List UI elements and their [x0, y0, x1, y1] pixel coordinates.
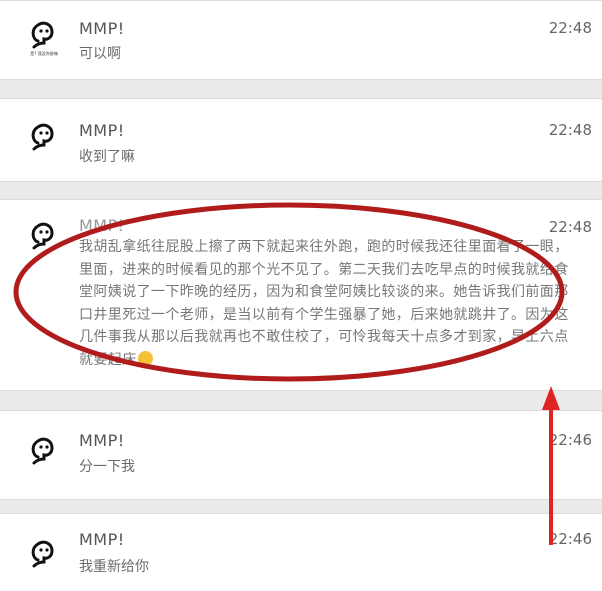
chat-item[interactable]: MMP! 22:48 我胡乱拿纸往屁股上擦了两下就起来往外跑，跑的时候我还往里面…	[0, 199, 602, 391]
avatar	[22, 534, 66, 578]
avatar: 是? 我没你很嗨	[22, 15, 66, 59]
chat-item[interactable]: MMP! 22:48 收到了嘛	[0, 98, 602, 182]
message-time: 22:48	[548, 121, 592, 139]
emoji-icon	[137, 350, 153, 366]
message-time: 22:46	[548, 530, 592, 548]
chat-item[interactable]: MMP! 22:46 分一下我	[0, 410, 602, 500]
avatar	[22, 431, 66, 475]
message-time: 22:48	[548, 218, 592, 236]
message-body: 我胡乱拿纸往屁股上擦了两下就起来往外跑，跑的时候我还往里面看了一眼，里面，进来的…	[79, 239, 569, 368]
contact-name: MMP!	[79, 530, 125, 549]
message-preview: 分一下我	[79, 459, 135, 475]
contact-name: MMP!	[79, 19, 125, 38]
contact-name: MMP!	[79, 431, 125, 450]
contact-name: MMP!	[79, 121, 125, 140]
message-preview: 可以啊	[79, 46, 121, 62]
chat-item[interactable]: MMP! 22:46 我重新给你	[0, 513, 602, 591]
chat-item[interactable]: 是? 我没你很嗨 MMP! 22:48 可以啊	[0, 0, 602, 80]
message-text: 我胡乱拿纸往屁股上擦了两下就起来往外跑，跑的时候我还往里面看了一眼，里面，进来的…	[79, 236, 573, 371]
avatar-caption: 是? 我没你很嗨	[30, 50, 57, 56]
message-time: 22:46	[548, 431, 592, 449]
avatar	[22, 117, 66, 161]
message-preview: 收到了嘛	[79, 149, 135, 165]
message-preview: 我重新给你	[79, 559, 149, 575]
contact-name: MMP!	[79, 216, 125, 235]
message-time: 22:48	[548, 19, 592, 37]
avatar	[22, 216, 66, 260]
